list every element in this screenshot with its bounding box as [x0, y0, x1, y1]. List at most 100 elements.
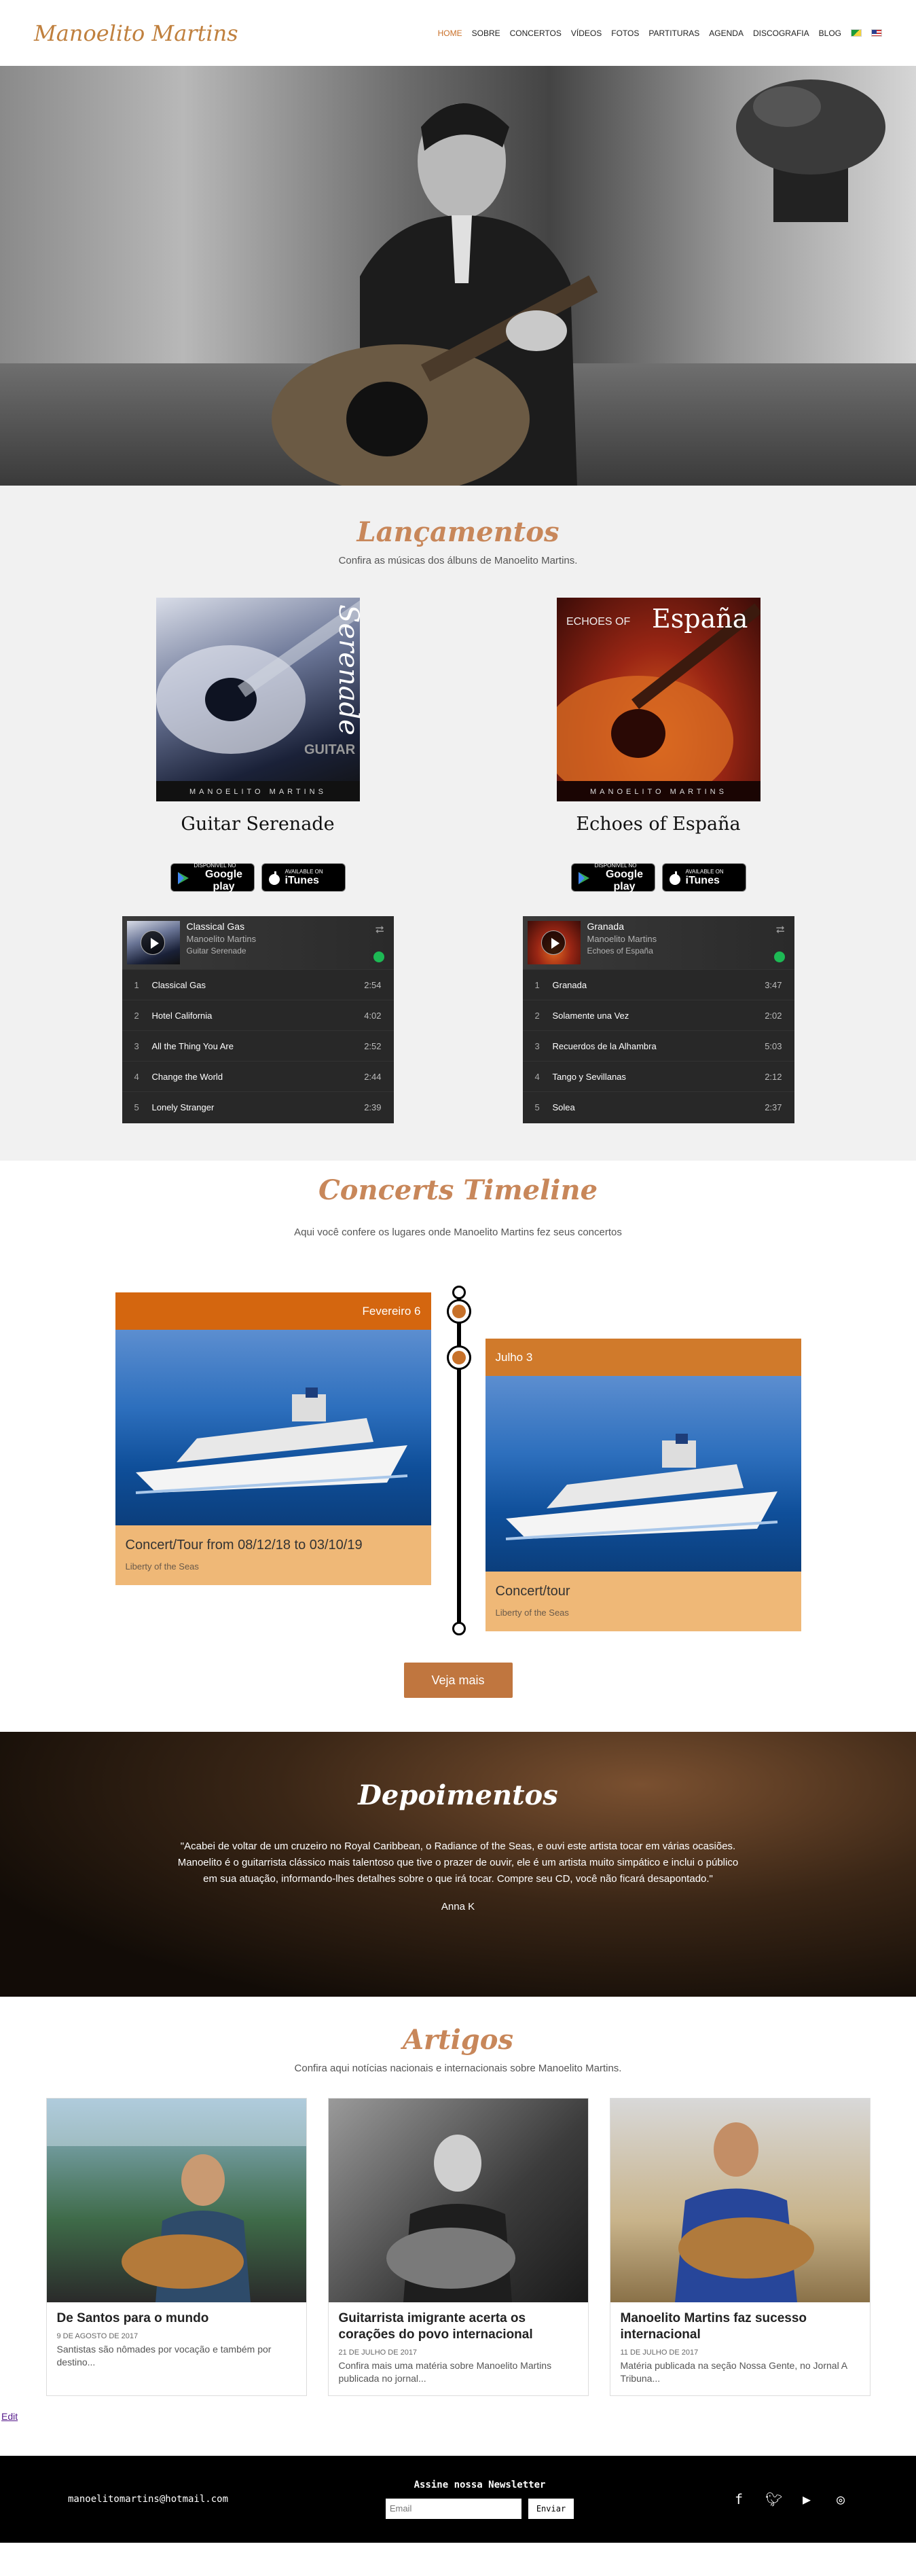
event-date: Julho 3 [485, 1339, 801, 1376]
article-image[interactable] [328, 2099, 588, 2302]
newsletter-form: Assine nossa Newsletter Enviar [385, 2480, 574, 2519]
youtube-icon[interactable]: ▶ [799, 2491, 814, 2507]
article-title[interactable]: Guitarrista imigrante acerta os corações… [339, 2310, 578, 2343]
timeline-subtitle: Aqui você confere os lugares onde Manoel… [294, 1227, 622, 1238]
instagram-icon[interactable]: ◎ [833, 2491, 848, 2507]
track-row[interactable]: 2 Solamente una Vez 2:02 [522, 1000, 794, 1030]
spotify-player: Classical Gas Manoelito Martins Guitar S… [122, 916, 394, 1123]
cover-espana-text: España [652, 604, 748, 634]
itunes-badge-large-text: iTunes [285, 874, 319, 886]
timeline-event-card[interactable]: Fevereiro 6 Concert/Tour from 08/12/18 t… [115, 1292, 431, 1585]
track-row[interactable]: 5 Solea 2:37 [522, 1091, 794, 1122]
track-number: 1 [534, 979, 540, 990]
track-row[interactable]: 4 Change the World 2:44 [122, 1061, 394, 1091]
event-location: Liberty of the Seas [495, 1608, 569, 1618]
track-row[interactable]: 1 Classical Gas 2:54 [122, 969, 394, 1000]
article-image[interactable] [46, 2099, 306, 2302]
itunes-badge[interactable]: Available on iTunes [261, 863, 346, 892]
store-badges: DISPONÍVEL NO Google play Available on i… [570, 863, 746, 892]
player-track-title[interactable]: Classical Gas [187, 921, 257, 932]
play-icon[interactable] [140, 930, 165, 955]
espana-cover-art: MANOELITO MARTINS ECHOES OF España [556, 603, 761, 801]
cover-guitar-text: GUITAR [304, 742, 356, 757]
facebook-icon[interactable]: f [731, 2491, 746, 2507]
player-artist[interactable]: Manoelito Martins [187, 934, 257, 944]
article-date: 11 DE JULHO DE 2017 [620, 2348, 699, 2357]
newsletter-row: Enviar [385, 2498, 574, 2519]
player-meta: Granada Manoelito Martins Echoes of Espa… [587, 921, 657, 964]
event-title[interactable]: Concert/Tour from 08/12/18 to 03/10/19 [126, 1538, 421, 1553]
nav-agenda[interactable]: AGENDA [709, 29, 744, 38]
article-title[interactable]: De Santos para o mundo [57, 2310, 296, 2327]
nav-blog[interactable]: BLOG [819, 29, 841, 38]
track-row[interactable]: 3 All the Thing You Are 2:52 [122, 1030, 394, 1061]
google-play-icon [578, 872, 589, 884]
album-cover-echoes-of-espana[interactable]: MANOELITO MARTINS ECHOES OF España [556, 598, 761, 801]
album-cover-guitar-serenade[interactable]: MANOELITO MARTINS GUITAR Serenade [155, 598, 360, 801]
player-album[interactable]: Guitar Serenade [187, 946, 257, 956]
google-play-badge[interactable]: DISPONÍVEL NO Google play [170, 863, 255, 892]
article-title[interactable]: Manoelito Martins faz sucesso internacio… [621, 2310, 860, 2343]
share-icon[interactable]: ⮂ [375, 924, 384, 937]
track-duration: 2:02 [765, 1010, 782, 1021]
track-row[interactable]: 5 Lonely Stranger 2:39 [122, 1091, 394, 1122]
us-flag-icon[interactable] [871, 29, 882, 37]
track-row[interactable]: 3 Recuerdos de la Alhambra 5:03 [522, 1030, 794, 1061]
cover-artist-text: MANOELITO MARTINS [189, 788, 327, 796]
track-row[interactable]: 1 Granada 3:47 [522, 969, 794, 1000]
article-card[interactable]: Guitarrista imigrante acerta os corações… [327, 2098, 589, 2396]
itunes-badge[interactable]: Available on iTunes [661, 863, 746, 892]
nav-videos[interactable]: VÍDEOS [571, 29, 602, 38]
track-row[interactable]: 4 Tango y Sevillanas 2:12 [522, 1061, 794, 1091]
nav-home[interactable]: HOME [438, 29, 462, 38]
newsletter-email-input[interactable] [385, 2498, 521, 2519]
track-number: 5 [534, 1102, 540, 1112]
contact-email[interactable]: manoelitomartins@hotmail.com [68, 2494, 228, 2505]
article-image[interactable] [610, 2099, 870, 2302]
track-list: 1 Granada 3:47 2 Solamente una Vez 2:02 3 Rec… [522, 969, 794, 1122]
spotify-icon[interactable] [773, 951, 785, 962]
nav-fotos[interactable]: FOTOS [611, 29, 639, 38]
track-duration: 2:52 [364, 1040, 382, 1051]
nav-discografia[interactable]: DISCOGRAFIA [753, 29, 809, 38]
event-body: Concert/Tour from 08/12/18 to 03/10/19 L… [115, 1525, 431, 1585]
site-logo[interactable]: Manoelito Martins [34, 20, 238, 46]
track-name: Change the World [151, 1071, 223, 1082]
share-icon[interactable]: ⮂ [776, 924, 785, 937]
spotify-icon[interactable] [373, 951, 384, 962]
edit-link[interactable]: Edit [0, 2396, 916, 2422]
article-card[interactable]: Manoelito Martins faz sucesso internacio… [609, 2098, 871, 2396]
play-icon[interactable] [541, 930, 566, 955]
timeline-event-card[interactable]: Julho 3 Concert/tour Liberty of the Seas [485, 1339, 801, 1631]
article-card[interactable]: De Santos para o mundo 9 DE AGOSTO DE 20… [45, 2098, 307, 2396]
site-header: Manoelito Martins HOME SOBRE CONCERTOS V… [0, 0, 916, 66]
player-header: Classical Gas Manoelito Martins Guitar S… [122, 916, 394, 969]
timeline-title: Concerts Timeline [318, 1174, 598, 1206]
see-more-button[interactable]: Veja mais [403, 1663, 513, 1698]
track-row[interactable]: 2 Hotel California 4:02 [122, 1000, 394, 1030]
event-title[interactable]: Concert/tour [496, 1584, 791, 1599]
timeline-section: Concerts Timeline Aqui você confere os l… [0, 1161, 916, 1732]
google-play-badge[interactable]: DISPONÍVEL NO Google play [570, 863, 655, 892]
brazil-flag-icon[interactable] [851, 29, 862, 37]
timeline: Fevereiro 6 Concert/Tour from 08/12/18 t… [115, 1286, 801, 1663]
album-card: MANOELITO MARTINS ECHOES OF España Echoe… [522, 598, 794, 1123]
twitter-icon[interactable]: 🐦︎ [765, 2491, 782, 2507]
nav-concertos[interactable]: CONCERTOS [510, 29, 562, 38]
track-number: 2 [534, 1010, 540, 1021]
player-artist[interactable]: Manoelito Martins [587, 934, 657, 944]
track-name: Granada [552, 979, 587, 990]
article-body: Guitarrista imigrante acerta os corações… [329, 2302, 588, 2395]
player-album[interactable]: Echoes of España [587, 946, 657, 956]
cover-artist-text: MANOELITO MARTINS [590, 788, 727, 796]
nav-partituras[interactable]: PARTITURAS [648, 29, 699, 38]
nav-sobre[interactable]: SOBRE [472, 29, 500, 38]
player-track-title[interactable]: Granada [587, 921, 657, 932]
plant-image [736, 79, 885, 222]
player-meta: Classical Gas Manoelito Martins Guitar S… [187, 921, 257, 964]
releases-subtitle: Confira as músicas dos álbuns de Manoeli… [338, 555, 578, 566]
cruise-ship-art [505, 1434, 777, 1540]
articles-title: Artigos [403, 2024, 513, 2056]
newsletter-submit-button[interactable]: Enviar [528, 2498, 574, 2519]
album-title: Echoes of España [576, 814, 741, 835]
